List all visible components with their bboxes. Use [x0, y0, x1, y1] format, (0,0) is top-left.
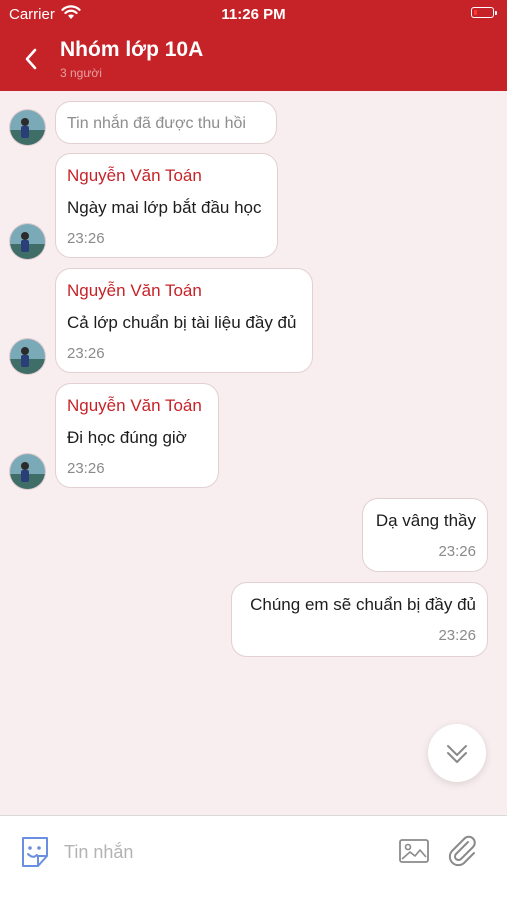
avatar[interactable] — [10, 454, 45, 489]
status-time: 11:26 PM — [221, 6, 286, 23]
message-input-bar — [0, 815, 507, 901]
outgoing-message-bubble[interactable]: Dạ vâng thầy 23:26 — [362, 498, 488, 572]
battery-icon — [471, 7, 497, 18]
sticker-icon[interactable] — [18, 834, 52, 870]
message-text: Cả lớp chuẩn bị tài liệu đầy đủ — [67, 313, 297, 332]
avatar[interactable] — [10, 339, 45, 374]
avatar[interactable] — [10, 110, 45, 145]
status-bar: Carrier 11:26 PM — [0, 0, 507, 28]
message-input[interactable] — [64, 838, 364, 866]
message-time: 23:26 — [438, 627, 476, 644]
message-text: Chúng em sẽ chuẩn bị đầy đủ — [250, 595, 476, 614]
sender-name: Nguyễn Văn Toán — [67, 166, 202, 185]
recalled-message-text: Tin nhắn đã được thu hồi — [67, 115, 246, 132]
avatar[interactable] — [10, 224, 45, 259]
sender-name: Nguyễn Văn Toán — [67, 281, 202, 300]
scroll-to-bottom-button[interactable] — [428, 724, 486, 782]
message-time: 23:26 — [67, 460, 105, 477]
message-text: Đi học đúng giờ — [67, 428, 187, 447]
back-button[interactable] — [20, 45, 44, 73]
double-chevron-down-icon — [447, 745, 467, 763]
incoming-message-bubble[interactable]: Nguyễn Văn Toán Ngày mai lớp bắt đầu học… — [55, 153, 278, 258]
chat-header: Carrier 11:26 PM Nhóm lớp 10A 3 người — [0, 0, 507, 91]
paperclip-icon[interactable] — [446, 833, 478, 867]
image-icon[interactable] — [398, 838, 430, 864]
incoming-message-bubble[interactable]: Nguyễn Văn Toán Đi học đúng giờ 23:26 — [55, 383, 219, 488]
outgoing-message-bubble[interactable]: Chúng em sẽ chuẩn bị đầy đủ 23:26 — [231, 582, 488, 657]
message-time: 23:26 — [67, 345, 105, 362]
message-text: Ngày mai lớp bắt đầu học — [67, 198, 262, 217]
chat-title: Nhóm lớp 10A — [60, 38, 204, 61]
message-time: 23:26 — [438, 543, 476, 560]
message-text: Dạ vâng thầy — [375, 511, 476, 530]
recalled-message-bubble[interactable]: Tin nhắn đã được thu hồi — [55, 101, 277, 144]
incoming-message-bubble[interactable]: Nguyễn Văn Toán Cả lớp chuẩn bị tài liệu… — [55, 268, 313, 373]
member-count: 3 người — [60, 66, 102, 80]
sender-name: Nguyễn Văn Toán — [67, 396, 202, 415]
message-time: 23:26 — [67, 230, 105, 247]
